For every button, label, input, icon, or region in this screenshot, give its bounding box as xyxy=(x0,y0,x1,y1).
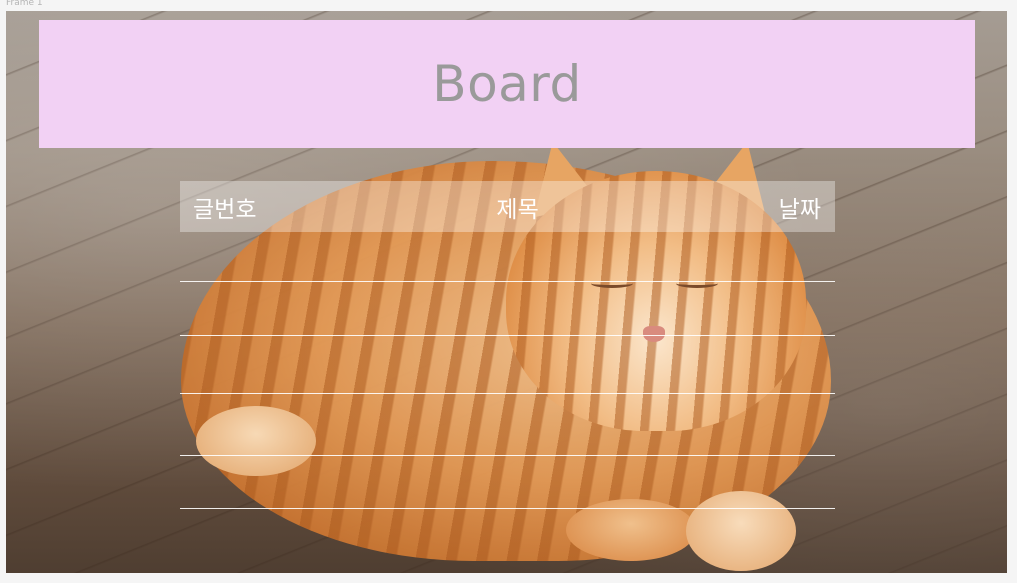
column-header-number: 글번호 xyxy=(193,196,257,223)
column-header-date: 날짜 xyxy=(778,196,821,223)
page-title: Board xyxy=(432,55,582,113)
table-row[interactable] xyxy=(180,393,835,394)
table-row[interactable] xyxy=(180,335,835,336)
table-row[interactable] xyxy=(180,281,835,282)
board-table: 글번호 제목 날짜 xyxy=(180,181,835,509)
table-header: 글번호 제목 날짜 xyxy=(180,181,835,232)
table-row[interactable] xyxy=(180,455,835,456)
table-row[interactable] xyxy=(180,508,835,509)
column-header-title: 제목 xyxy=(496,196,539,223)
frame-label: Frame 1 xyxy=(6,0,43,8)
board-header: Board xyxy=(39,20,975,148)
